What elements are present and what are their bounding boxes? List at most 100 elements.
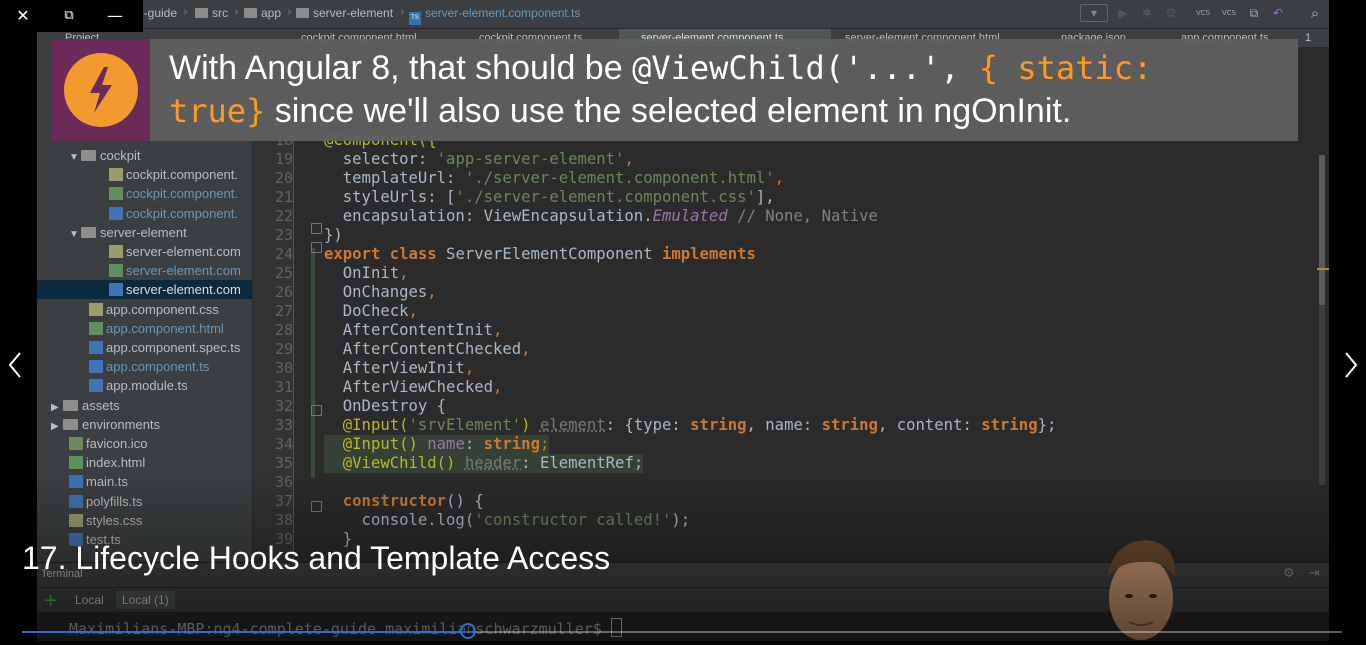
sidebar-item[interactable]: ▶ environments <box>37 415 252 434</box>
code-line-24: export class ServerElementComponent impl… <box>324 245 756 264</box>
line-number: 24 <box>274 245 293 263</box>
sidebar-item[interactable]: app.component.html <box>37 319 252 338</box>
navigation-bar: e-guide › src › app › server-element › T… <box>37 0 1329 29</box>
ts-file-icon <box>109 206 123 220</box>
line-number: 28 <box>274 321 293 339</box>
code-token: AfterContentChecked <box>324 340 522 358</box>
editor-scrollbar[interactable] <box>1319 155 1325 485</box>
fold-marker[interactable] <box>311 223 322 234</box>
line-number: 36 <box>274 473 293 491</box>
run-icon[interactable]: ▶ <box>1115 5 1131 21</box>
sidebar-item-label: cockpit.component. <box>126 205 239 221</box>
folder-icon <box>63 418 78 430</box>
previous-arrow-icon[interactable] <box>2 345 32 385</box>
code-token: : <box>464 435 484 453</box>
restore-icon[interactable]: ⧉ <box>46 0 92 32</box>
code-token: './server-element.component.html' <box>464 169 775 187</box>
breadcrumb-app-label: app <box>261 6 282 20</box>
code-line-31: AfterViewChecked, <box>324 378 503 397</box>
sidebar-item[interactable]: styles.css <box>37 511 252 530</box>
sidebar-item[interactable]: ▼ server-element <box>37 223 252 242</box>
sidebar-item[interactable]: app.component.spec.ts <box>37 338 252 357</box>
folder-icon <box>81 150 96 161</box>
coverage-icon[interactable]: ⚙ <box>1163 5 1179 21</box>
sidebar-item-label: server-element <box>100 224 187 240</box>
sidebar-item[interactable]: cockpit.component. <box>37 184 252 203</box>
vcs-commit-icon[interactable]: VCS <box>1221 5 1237 21</box>
ts-file-icon <box>69 475 83 489</box>
code-line-27: DoCheck, <box>324 302 418 321</box>
sidebar-item[interactable]: cockpit.component. <box>37 204 252 223</box>
hide-panel-icon[interactable]: ⇥ <box>1309 566 1320 581</box>
code-token: AfterViewInit <box>324 359 465 377</box>
sidebar-item[interactable]: favicon.ico <box>37 434 252 453</box>
minimize-icon[interactable]: — <box>92 0 138 32</box>
breadcrumb-src[interactable]: src <box>195 6 228 20</box>
sidebar-item[interactable]: ▼ cockpit <box>37 146 252 165</box>
scrollbar-thumb[interactable] <box>1319 155 1325 305</box>
line-number: 26 <box>274 283 293 301</box>
code-line-33: @Input('srvElement') element: {type: str… <box>324 416 1057 435</box>
sidebar-item[interactable]: app.component.ts <box>37 357 252 376</box>
breadcrumb-server-element[interactable]: server-element <box>296 6 393 20</box>
terminal-prompt[interactable]: Maximilians-MBP:ng4-complete-guide maxim… <box>69 618 622 638</box>
breadcrumb-separator: › <box>287 5 292 19</box>
sidebar-item[interactable]: ▶ assets <box>37 396 252 415</box>
breadcrumb-project[interactable]: e-guide <box>137 6 177 20</box>
warning-marker[interactable] <box>1317 268 1329 270</box>
sidebar-item[interactable]: app.component.css <box>37 300 252 319</box>
breadcrumb-separator: › <box>400 5 405 19</box>
folder-icon <box>81 226 96 238</box>
fold-marker[interactable] <box>311 242 322 253</box>
css-file-icon <box>89 302 103 316</box>
sidebar-item-label: index.html <box>86 455 146 471</box>
sidebar-item-label: favicon.ico <box>86 436 148 451</box>
vcs-update-icon[interactable]: VCS <box>1195 5 1211 21</box>
sidebar-item[interactable]: server-element.com <box>37 242 252 261</box>
chevron-down-icon[interactable]: ▼ <box>69 225 81 244</box>
html-file-icon <box>89 321 103 335</box>
line-number: 38 <box>274 511 293 529</box>
breadcrumb-file[interactable]: TS server-element.component.ts <box>409 6 580 25</box>
line-number: 21 <box>274 188 293 206</box>
breadcrumb-app[interactable]: app <box>244 6 281 20</box>
code-type: string <box>483 435 540 453</box>
chevron-down-icon[interactable]: ▼ <box>69 148 81 167</box>
sidebar-item[interactable]: app.module.ts <box>37 376 252 395</box>
fold-marker[interactable] <box>311 405 322 416</box>
code-token: 'constructor called!' <box>474 511 672 529</box>
code-token: , <box>399 264 409 282</box>
sidebar-item[interactable]: main.ts <box>37 472 252 491</box>
run-config-dropdown[interactable]: ▾ <box>1080 4 1108 22</box>
line-number: 34 <box>274 435 293 453</box>
settings-gear-icon[interactable]: ⚙ <box>1283 566 1295 581</box>
code-token: , <box>427 283 437 301</box>
code-annotation: @Input( <box>324 416 409 434</box>
history-icon[interactable]: ⧉ <box>1246 5 1262 21</box>
add-terminal-icon[interactable]: + <box>43 590 58 611</box>
revert-icon[interactable]: ↶ <box>1270 5 1286 21</box>
terminal-tab-local[interactable]: Local <box>69 591 110 609</box>
css-file-icon <box>109 245 123 258</box>
ts-file-icon <box>109 283 123 297</box>
search-icon[interactable]: ⌕ <box>1307 5 1323 21</box>
tab-overflow-count[interactable]: 1 <box>1299 29 1329 47</box>
fold-marker[interactable] <box>311 501 322 512</box>
code-keyword: implements <box>662 245 756 263</box>
code-token: , <box>521 340 531 358</box>
chevron-right-icon[interactable]: ▶ <box>51 398 63 417</box>
video-progress-bar[interactable] <box>22 623 1342 639</box>
next-arrow-icon[interactable] <box>1334 345 1364 385</box>
sidebar-item[interactable]: cockpit.component. <box>37 165 252 184</box>
sidebar-item[interactable]: server-element.com <box>37 261 252 280</box>
sidebar-item[interactable]: server-element.com <box>37 280 252 300</box>
code-token: Emulated <box>652 207 728 225</box>
close-icon[interactable]: ✕ <box>0 0 46 32</box>
code-token: , content: <box>877 416 982 434</box>
terminal-tab-local-1[interactable]: Local (1) <box>116 591 175 609</box>
chevron-right-icon[interactable]: ▶ <box>51 417 63 436</box>
sidebar-item[interactable]: index.html <box>37 453 252 472</box>
debug-icon[interactable]: ✱ <box>1139 5 1155 21</box>
sidebar-item[interactable]: polyfills.ts <box>37 492 252 511</box>
sidebar-item-label: main.ts <box>86 474 128 490</box>
